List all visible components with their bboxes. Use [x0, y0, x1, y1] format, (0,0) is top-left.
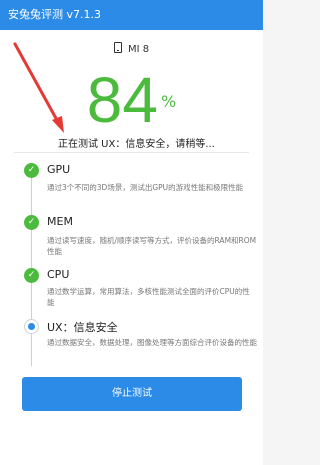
annotation-arrow-icon [13, 42, 64, 133]
